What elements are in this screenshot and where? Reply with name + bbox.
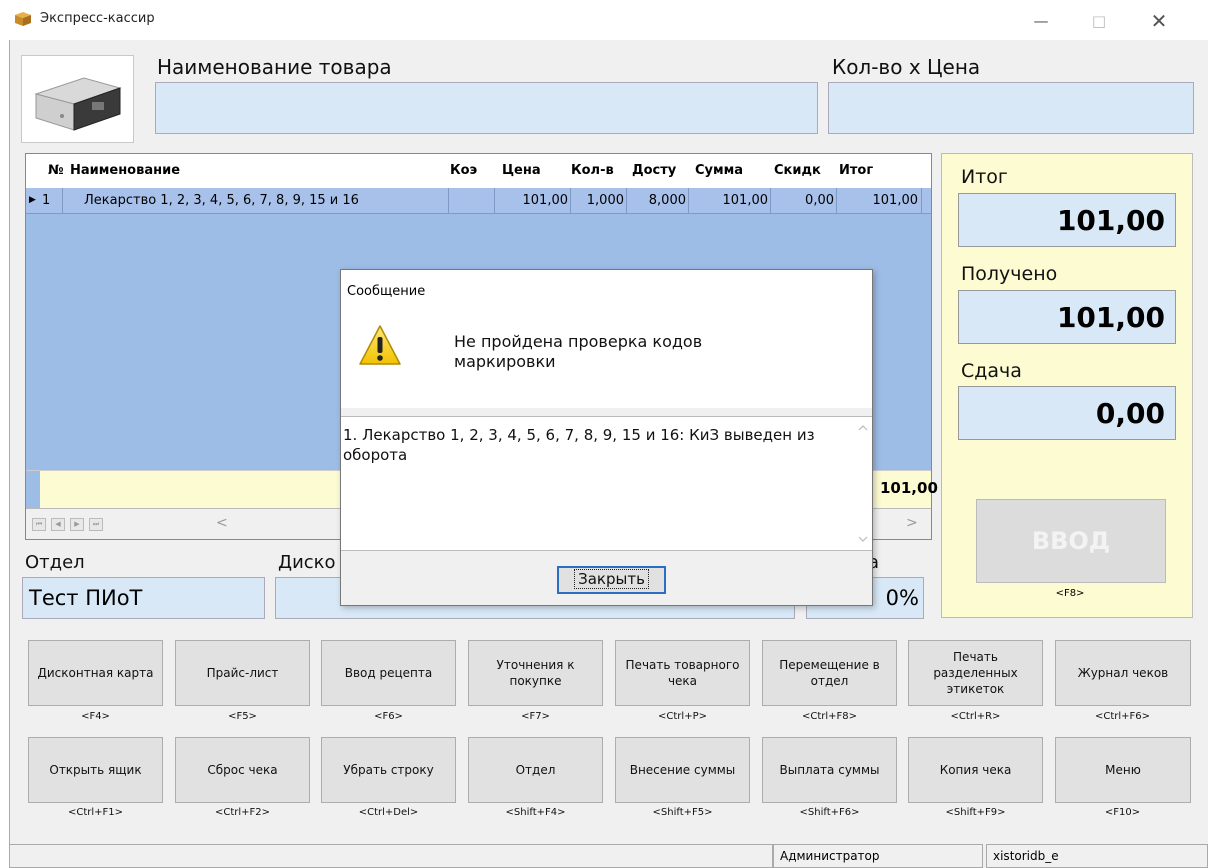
prev-record-icon[interactable]: ◀: [51, 518, 65, 531]
shortcut-label: <Ctrl+F8>: [801, 711, 858, 722]
row-pointer-icon: ▶: [29, 195, 36, 205]
status-bar-main: [9, 844, 773, 868]
discount-card-button[interactable]: Дисконтная карта: [28, 640, 163, 706]
cell-discount: 0,00: [805, 193, 834, 208]
col-sum[interactable]: Сумма: [695, 163, 765, 178]
col-price[interactable]: Цена: [502, 163, 546, 178]
shortcut-label: <Shift+F5>: [652, 807, 713, 818]
print-split-labels-button[interactable]: Печать разделенных этикеток: [908, 640, 1043, 706]
shortcut-label: <Ctrl+P>: [658, 711, 707, 722]
purchase-details-button[interactable]: Уточнения к покупке: [468, 640, 603, 706]
shortcut-label: <Ctrl+F1>: [67, 807, 124, 818]
product-name-field: [155, 82, 818, 134]
reset-receipt-button[interactable]: Сброс чека: [175, 737, 310, 803]
shortcut-label: <Shift+F4>: [505, 807, 566, 818]
app-box-icon: [15, 12, 31, 26]
change-value: 0,00: [958, 386, 1176, 440]
shortcut-label: <Ctrl+F2>: [214, 807, 271, 818]
dialog-header: Сообщение Не пройдена проверка кодов мар…: [341, 270, 872, 408]
price-list-button[interactable]: Прайс-лист: [175, 640, 310, 706]
open-drawer-button[interactable]: Открыть ящик: [28, 737, 163, 803]
minimize-button[interactable]: —: [1018, 6, 1064, 36]
received-label: Получено: [961, 263, 1058, 285]
product-name-label: Наименование товара: [157, 55, 392, 79]
message-dialog: Сообщение Не пройдена проверка кодов мар…: [340, 269, 873, 606]
last-record-icon[interactable]: ⏭: [89, 518, 103, 531]
col-discount[interactable]: Скидк: [774, 163, 838, 178]
total-label: Итог: [961, 166, 1008, 188]
prescription-button[interactable]: Ввод рецепта: [321, 640, 456, 706]
window-title: Экспресс-кассир: [40, 11, 155, 26]
col-name[interactable]: Наименование: [70, 163, 440, 178]
shortcut-label: <Ctrl+R>: [950, 711, 1001, 722]
next-record-icon[interactable]: ▶: [70, 518, 84, 531]
shortcut-label: <Ctrl+F6>: [1094, 711, 1151, 722]
receipt-log-button[interactable]: Журнал чеков: [1055, 640, 1191, 706]
printer-icon: [34, 77, 122, 131]
department-label: Отдел: [25, 552, 85, 573]
cell-available: 8,000: [648, 193, 686, 208]
scroll-left-icon[interactable]: <: [216, 515, 228, 531]
shortcut-label: <Shift+F6>: [799, 807, 860, 818]
enter-button[interactable]: ВВОД: [976, 499, 1166, 583]
discount-card-label: Диско: [278, 552, 336, 573]
shortcut-label: <Shift+F9>: [945, 807, 1006, 818]
cell-qty: 1,000: [586, 193, 624, 208]
col-coef[interactable]: Коэ: [450, 163, 490, 178]
cell-number: 1: [42, 193, 51, 208]
dialog-details-text: 1. Лекарство 1, 2, 3, 4, 5, 6, 7, 8, 9, …: [343, 426, 815, 464]
cell-price: 101,00: [522, 193, 569, 208]
cell-name: Лекарство 1, 2, 3, 4, 5, 6, 7, 8, 9, 15 …: [84, 193, 359, 208]
received-field[interactable]: 101,00: [958, 290, 1176, 344]
dialog-scrollbar[interactable]: [854, 417, 872, 550]
scroll-right-icon[interactable]: >: [906, 515, 918, 531]
dialog-close-label: Закрыть: [574, 569, 649, 589]
qty-price-label: Кол-во х Цена: [832, 55, 981, 79]
maximize-button[interactable]: □: [1076, 6, 1122, 36]
department-field[interactable]: Тест ПИоТ: [22, 577, 265, 619]
cash-out-button[interactable]: Выплата суммы: [762, 737, 897, 803]
shortcut-label: <F10>: [1104, 807, 1141, 818]
dialog-title: Сообщение: [347, 284, 426, 299]
shortcut-label: <Ctrl+Del>: [358, 807, 419, 818]
cash-in-button[interactable]: Внесение суммы: [615, 737, 750, 803]
qty-price-field: [828, 82, 1194, 134]
cell-sum: 101,00: [722, 193, 769, 208]
col-total[interactable]: Итог: [839, 163, 899, 178]
close-window-button[interactable]: ✕: [1136, 6, 1182, 36]
status-database: xistoridb_e: [986, 844, 1208, 868]
dialog-message: Не пройдена проверка кодов маркировки: [454, 332, 703, 371]
col-number[interactable]: №: [48, 163, 70, 178]
grid-header: № Наименование Коэ Цена Кол-в Досту Сумм…: [26, 154, 931, 188]
move-to-department-button[interactable]: Перемещение в отдел: [762, 640, 897, 706]
grid-footer-total: 101,00: [880, 479, 938, 497]
change-label: Сдача: [961, 360, 1022, 382]
receipt-copy-button[interactable]: Копия чека: [908, 737, 1043, 803]
warning-icon: [359, 325, 401, 365]
col-available[interactable]: Досту: [632, 163, 688, 178]
table-row[interactable]: ▶ 1 Лекарство 1, 2, 3, 4, 5, 6, 7, 8, 9,…: [26, 188, 931, 214]
remove-row-button[interactable]: Убрать строку: [321, 737, 456, 803]
enter-shortcut-label: <F8>: [1055, 588, 1085, 599]
dialog-details-textbox[interactable]: 1. Лекарство 1, 2, 3, 4, 5, 6, 7, 8, 9, …: [341, 416, 872, 551]
first-record-icon[interactable]: ⏮: [32, 518, 46, 531]
print-sales-receipt-button[interactable]: Печать товарного чека: [615, 640, 750, 706]
department-button[interactable]: Отдел: [468, 737, 603, 803]
dialog-close-button[interactable]: Закрыть: [557, 566, 666, 594]
cell-coef: [450, 193, 492, 211]
receipt-printer-image: [21, 55, 134, 143]
shortcut-label: <F7>: [521, 711, 550, 722]
shortcut-label: <F5>: [228, 711, 257, 722]
total-value: 101,00: [958, 193, 1176, 247]
shortcut-label: <F4>: [81, 711, 110, 722]
status-user: Администратор: [773, 844, 983, 868]
menu-button[interactable]: Меню: [1055, 737, 1191, 803]
col-qty[interactable]: Кол-в: [571, 163, 624, 178]
cell-total: 101,00: [872, 193, 919, 208]
shortcut-label: <F6>: [374, 711, 403, 722]
